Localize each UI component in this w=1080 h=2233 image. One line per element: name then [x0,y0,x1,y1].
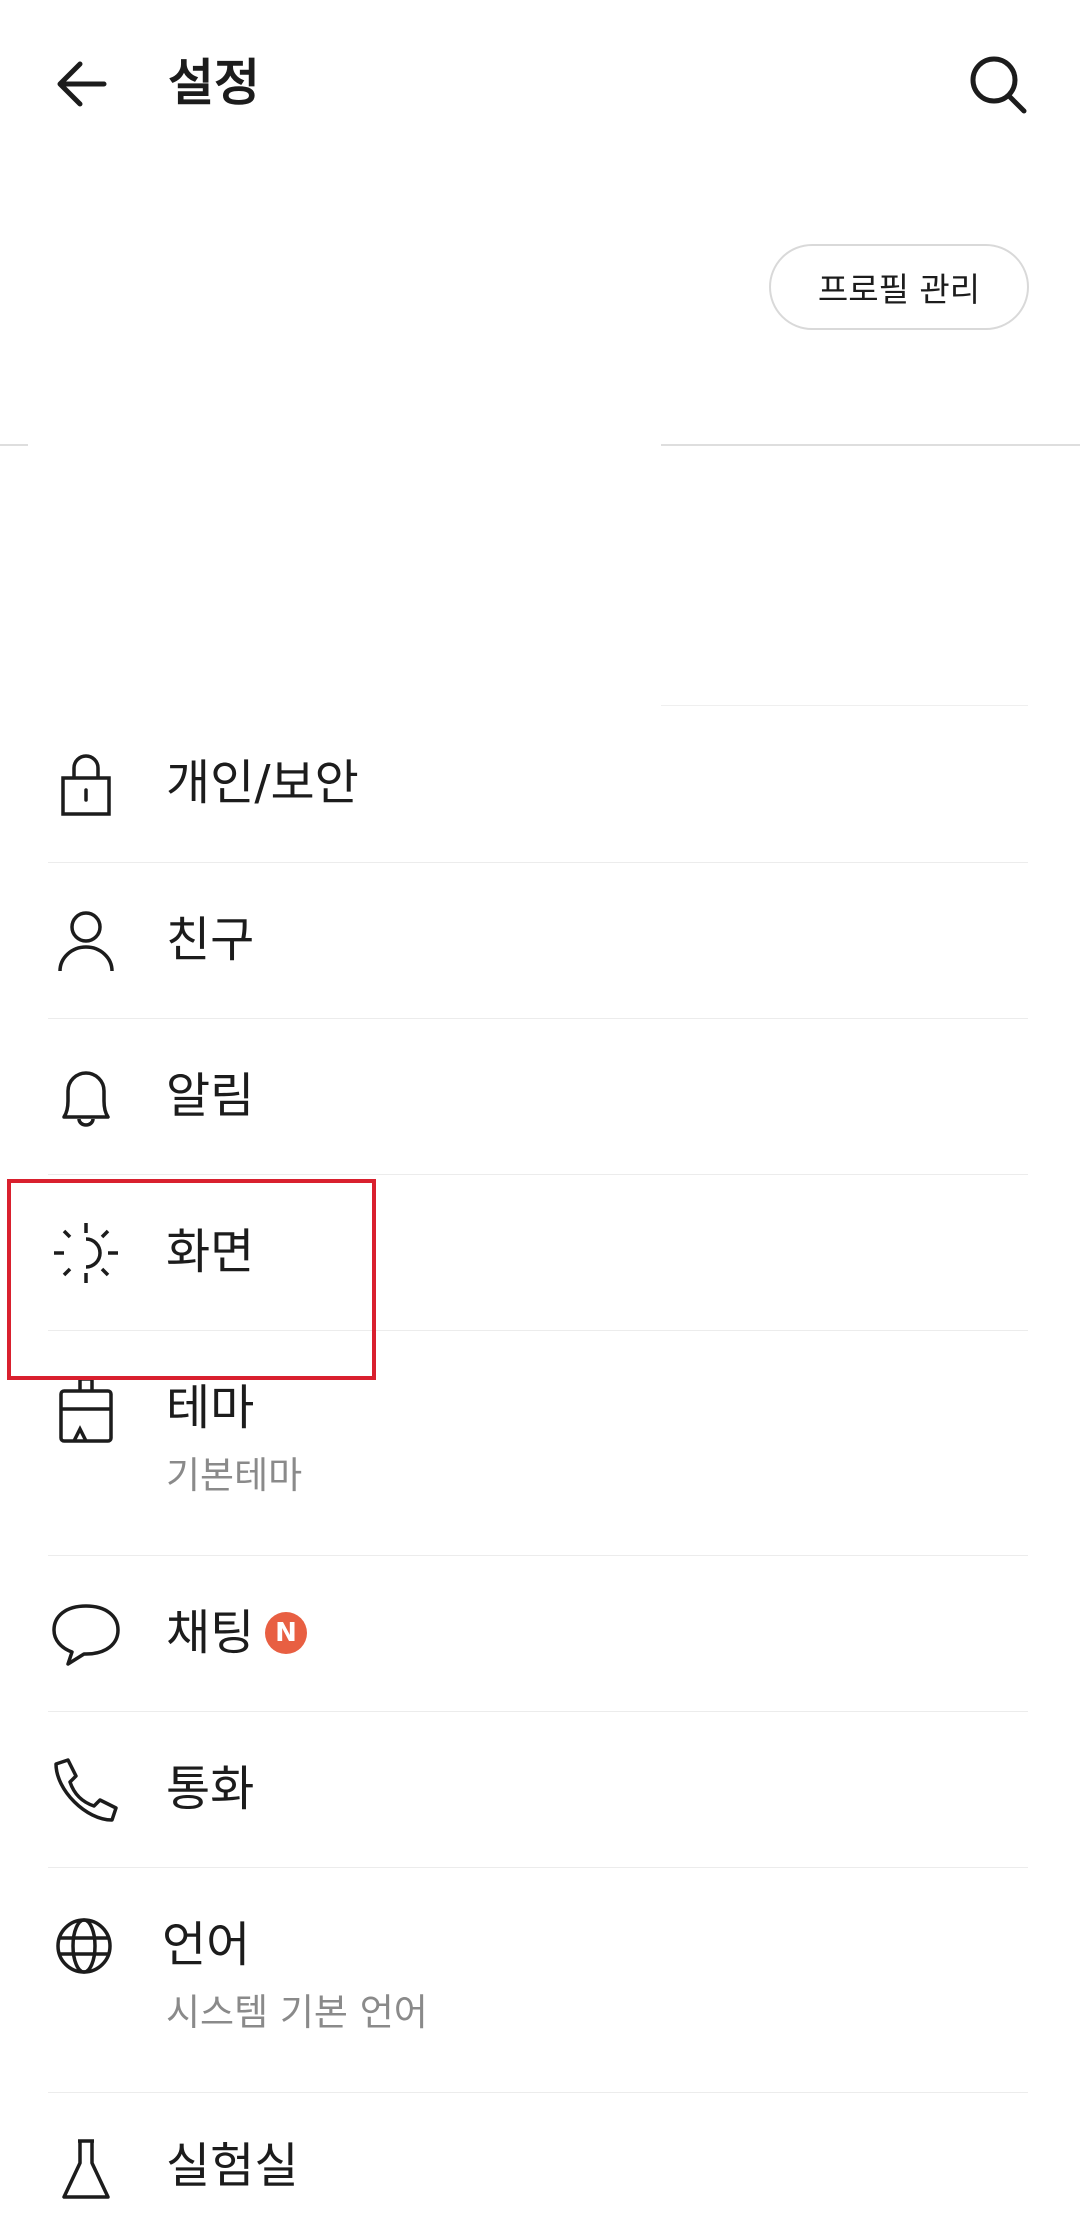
search-button[interactable] [962,50,1034,122]
settings-item-label: 통화 [166,1761,255,1817]
paint-brush-icon [59,1377,113,1443]
page-title: 설정 [168,54,260,112]
settings-item-sublabel: 기본테마 [166,1454,303,1497]
chat-bubble-icon [52,1604,120,1666]
flask-icon [62,2139,110,2199]
settings-item-label: 채팅 [166,1605,255,1661]
settings-item-language[interactable]: 언어 시스템 기본 언어 [0,1868,1080,2093]
settings-item-friends[interactable]: 친구 [0,863,1080,1019]
settings-item-label: 실험실 [166,2138,299,2194]
settings-item-label: 알림 [166,1068,255,1124]
lock-icon [61,754,111,816]
settings-item-label: 개인/보안 [166,755,359,811]
section-divider [661,444,1080,446]
search-icon [970,56,1027,114]
arrow-left-icon [57,61,107,107]
settings-item-calls[interactable]: 통화 [0,1712,1080,1868]
settings-item-chat[interactable]: 채팅 N [0,1556,1080,1712]
profile-manage-button[interactable]: 프로필 관리 [769,244,1029,330]
settings-item-label: 친구 [166,912,255,968]
settings-item-notifications[interactable]: 알림 [0,1019,1080,1175]
settings-item-sublabel: 시스템 기본 언어 [166,1991,428,2034]
globe-icon [56,1918,112,1974]
settings-list: 개인/보안 친구 알림 화면 테마 기본테마 채팅 N 통화 언어 시스템 기본… [0,706,1080,2233]
highlight-box [7,1179,376,1380]
person-icon [58,911,114,972]
phone-icon [54,1758,118,1822]
back-button[interactable] [48,48,120,120]
settings-item-privacy-security[interactable]: 개인/보안 [0,706,1080,863]
settings-item-label: 언어 [162,1917,251,1973]
section-divider [0,444,28,446]
top-app-bar: 설정 [0,0,1080,166]
new-badge: N [265,1612,307,1654]
settings-item-lab[interactable]: 실험실 [0,2093,1080,2233]
bell-icon [62,1071,110,1127]
settings-item-label: 테마 [166,1380,255,1436]
